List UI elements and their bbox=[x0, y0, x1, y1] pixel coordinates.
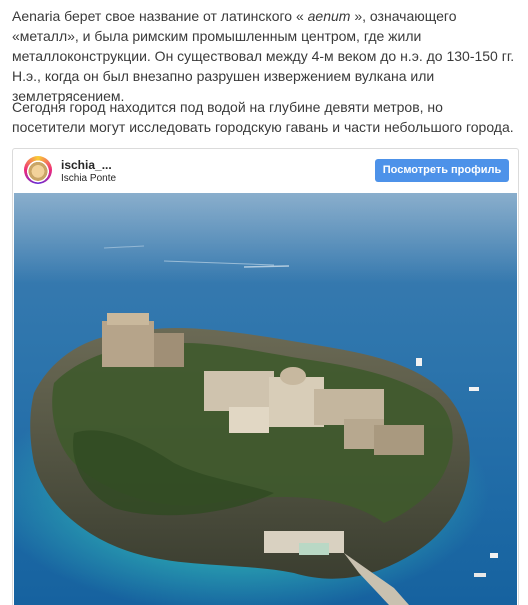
paragraph-1-text-start: Aenaria берет свое название от латинског… bbox=[12, 8, 308, 24]
latin-word: aenum bbox=[307, 8, 351, 24]
view-profile-button[interactable]: Посмотреть профиль bbox=[375, 159, 509, 182]
article-paragraph-1: Aenaria берет свое название от латинског… bbox=[12, 6, 518, 106]
aerial-photo[interactable] bbox=[14, 193, 517, 605]
account-location[interactable]: Ischia Ponte bbox=[61, 173, 116, 184]
avatar[interactable] bbox=[24, 156, 52, 184]
instagram-embed: ischia_... Ischia Ponte Посмотреть профи… bbox=[12, 148, 519, 605]
embed-header: ischia_... Ischia Ponte Посмотреть профи… bbox=[13, 149, 518, 193]
account-name[interactable]: ischia_... bbox=[61, 158, 112, 172]
article-paragraph-2: Сегодня город находится под водой на глу… bbox=[12, 99, 514, 135]
